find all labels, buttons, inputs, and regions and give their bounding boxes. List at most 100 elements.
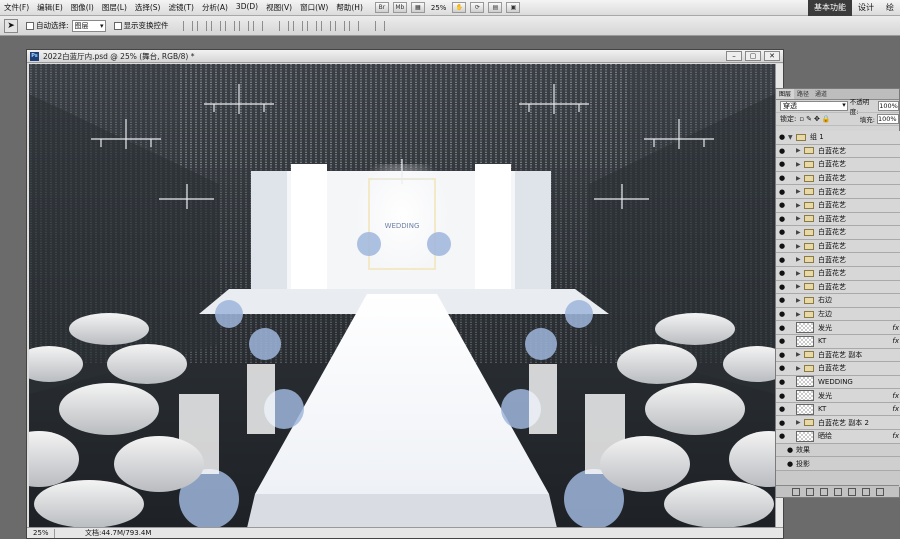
visibility-eye-icon[interactable]: ● [776,160,788,168]
distribute-right-icon[interactable] [348,20,359,31]
layer-fx-badge[interactable]: fx [892,432,899,440]
visibility-eye-icon[interactable]: ● [776,174,788,182]
menu-item[interactable]: 帮助(H) [332,2,367,13]
rotate-view-icon[interactable]: ⟳ [470,2,485,13]
visibility-eye-icon[interactable]: ● [776,256,788,264]
show-transform-checkbox[interactable] [113,21,122,30]
expand-right-icon[interactable]: ▶ [796,202,804,209]
distribute-vcenter-icon[interactable] [292,20,303,31]
layer-row[interactable]: ● ▶ 白蓝花艺 副本 2 [776,416,900,431]
layer-row[interactable]: ● 发光 fx [776,321,900,335]
layer-row[interactable]: ● WEDDING [776,375,900,390]
layer-row[interactable]: ● 投影 [776,457,900,471]
visibility-eye-icon[interactable]: ● [784,460,796,468]
expand-right-icon[interactable]: ▶ [796,147,804,154]
layer-row[interactable]: ● ▶ 白蓝花艺 [776,185,900,199]
visibility-eye-icon[interactable]: ● [776,337,788,345]
view-extras-button[interactable]: ▦ [410,2,425,13]
visibility-eye-icon[interactable]: ● [776,296,788,304]
layer-row[interactable]: ● ▶ 左边 [776,307,900,322]
expand-right-icon[interactable]: ▶ [796,270,804,277]
visibility-eye-icon[interactable]: ● [776,392,788,400]
visibility-eye-icon[interactable]: ● [776,147,788,155]
menu-item[interactable]: 文件(F) [0,2,33,13]
expand-right-icon[interactable]: ▶ [796,351,804,358]
layer-row[interactable]: ● ▶ 白蓝花艺 [776,171,900,186]
move-tool-icon[interactable]: ➤ [4,18,18,33]
status-zoom-field[interactable]: 25% [27,528,55,538]
minimize-button[interactable]: – [726,51,742,61]
expand-right-icon[interactable]: ▶ [796,419,804,426]
panel-tab[interactable]: 通道 [812,89,830,99]
menu-item[interactable]: 3D(D) [232,2,262,13]
layer-row[interactable]: ● ▶ 白蓝花艺 [776,212,900,227]
panel-tab[interactable]: 路径 [794,89,812,99]
menu-item[interactable]: 窗口(W) [296,2,332,13]
fill-field[interactable]: 100% [877,114,899,124]
layer-row[interactable]: ● ▼ 组 1 [776,131,900,145]
hand-tool-icon[interactable]: ✋ [452,2,467,13]
distribute-hcenter-icon[interactable] [334,20,345,31]
visibility-eye-icon[interactable]: ● [776,283,788,291]
blend-mode-dropdown[interactable]: 穿透 [780,101,848,111]
layer-row[interactable]: ● 晒绘 fx [776,430,900,444]
expand-right-icon[interactable]: ▶ [796,161,804,168]
menu-item[interactable]: 滤镜(T) [165,2,198,13]
visibility-eye-icon[interactable]: ● [776,419,788,427]
align-top-icon[interactable] [182,20,193,31]
menu-item[interactable]: 图像(I) [67,2,98,13]
screen-mode-icon[interactable]: ▣ [506,2,521,13]
expand-right-icon[interactable]: ▶ [796,283,804,290]
align-bottom-icon[interactable] [210,20,221,31]
adjustment-icon[interactable] [833,487,842,496]
document-titlebar[interactable]: Ps 2022白蓝厅内.psd @ 25% (舞台, RGB/8) * – ▢ … [27,50,783,63]
visibility-eye-icon[interactable]: ● [776,228,788,236]
visibility-eye-icon[interactable]: ● [776,188,788,196]
layer-row[interactable]: ● KT fx [776,334,900,349]
layer-row[interactable]: ● ▶ 白蓝花艺 [776,253,900,267]
zoom-level[interactable]: 25% [427,4,451,12]
workspace-essentials[interactable]: 基本功能 [808,0,852,16]
menu-item[interactable]: 图层(L) [98,2,131,13]
expand-right-icon[interactable]: ▶ [796,188,804,195]
distribute-bottom-icon[interactable] [306,20,317,31]
visibility-eye-icon[interactable]: ● [784,446,796,454]
visibility-eye-icon[interactable]: ● [776,242,788,250]
panel-tab[interactable]: 图层 [776,89,795,99]
menu-item[interactable]: 选择(S) [131,2,165,13]
maximize-button[interactable]: ▢ [745,51,761,61]
distribute-left-icon[interactable] [320,20,331,31]
workspace-paint[interactable]: 绘画 [880,0,900,28]
bridge-button[interactable]: Br [374,2,389,13]
arrange-documents-icon[interactable]: ▤ [488,2,503,13]
opacity-field[interactable]: 100% [878,101,899,111]
expand-right-icon[interactable]: ▶ [796,365,804,372]
new-group-icon[interactable] [847,487,856,496]
visibility-eye-icon[interactable]: ● [776,432,788,440]
visibility-eye-icon[interactable]: ● [776,378,788,386]
new-layer-icon[interactable] [861,487,870,496]
layer-row[interactable]: ● ▶ 白蓝花艺 [776,158,900,172]
distribute-top-icon[interactable] [278,20,289,31]
layer-row[interactable]: ● ▶ 白蓝花艺 副本 [776,348,900,363]
menu-item[interactable]: 视图(V) [262,2,296,13]
layer-row[interactable]: ● ▶ 白蓝花艺 [776,362,900,376]
visibility-eye-icon[interactable]: ● [776,215,788,223]
align-vcenter-icon[interactable] [196,20,207,31]
layer-row[interactable]: ● ▶ 白蓝花艺 [776,266,900,281]
mask-icon[interactable] [819,487,828,496]
visibility-eye-icon[interactable]: ● [776,324,788,332]
link-layers-icon[interactable] [791,487,800,496]
lock-icons[interactable]: ▫✎✥🔒 [799,115,832,123]
close-button[interactable]: ✕ [764,51,780,61]
fx-icon[interactable] [805,487,814,496]
auto-align-icon[interactable] [374,20,385,31]
document-size-info[interactable]: 文档:44.7M/793.4M [85,528,151,538]
menu-item[interactable]: 分析(A) [198,2,232,13]
layer-row[interactable]: ● ▶ 白蓝花艺 [776,226,900,240]
auto-select-dropdown[interactable]: 图层 [71,19,106,32]
align-hcenter-icon[interactable] [238,20,249,31]
expand-right-icon[interactable]: ▶ [796,311,804,318]
delete-layer-icon[interactable] [875,487,884,496]
layer-row[interactable]: ● ▶ 右边 [776,294,900,308]
